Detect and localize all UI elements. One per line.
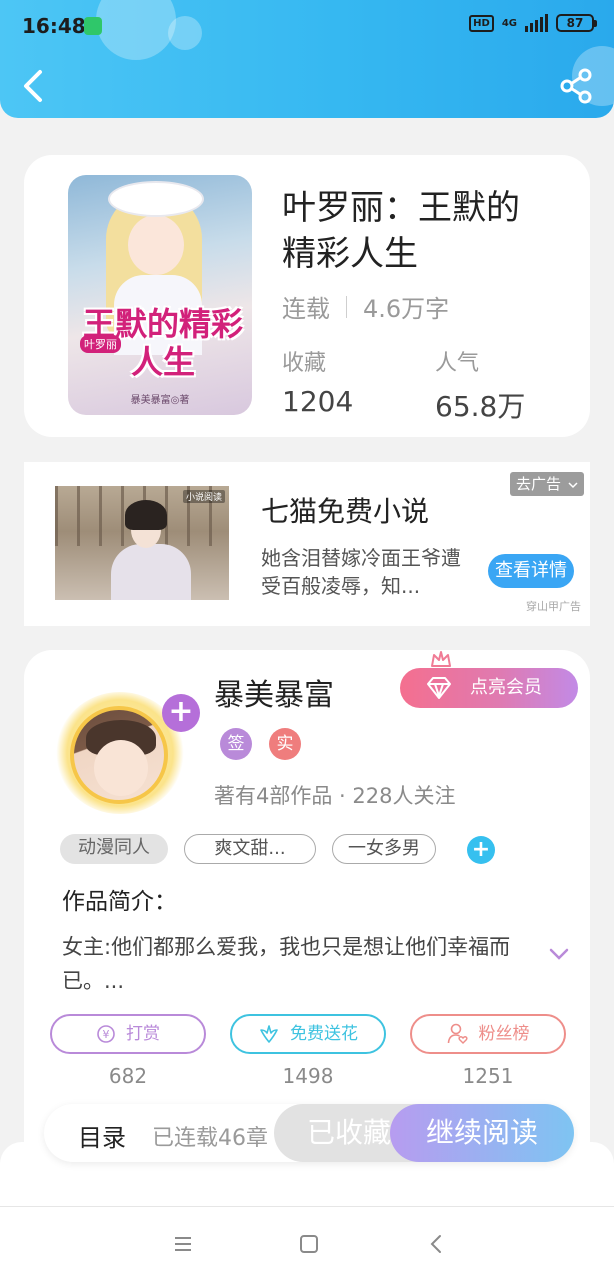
vip-button[interactable]: 点亮会员 xyxy=(400,651,578,708)
book-info-card: 王默的精彩人生 叶罗丽 暴美暴富◎著 叶罗丽：王默的精彩人生 连载 4.6万字 … xyxy=(24,155,590,437)
system-nav-bar xyxy=(0,1206,614,1280)
square-icon xyxy=(300,1235,318,1253)
status-time: 16:48 xyxy=(22,14,86,38)
popularity-label: 人气 xyxy=(435,351,480,376)
back-nav-button[interactable] xyxy=(424,1231,450,1257)
bottom-action-bar: 目录 已连载46章 已收藏 继续阅读 xyxy=(44,1104,574,1162)
home-nav-button[interactable] xyxy=(296,1231,322,1257)
chapter-status[interactable]: 已连载46章 xyxy=(152,1120,268,1152)
chevron-down-icon xyxy=(549,948,569,960)
chevron-down-icon xyxy=(568,482,578,489)
collect-label: 收藏 xyxy=(282,351,327,376)
coin-icon: ¥ xyxy=(97,1025,115,1043)
toc-button[interactable]: 目录 xyxy=(78,1118,126,1153)
cover-art xyxy=(128,215,184,275)
shield-icon xyxy=(84,17,102,35)
fan-ranking-button[interactable]: 粉丝榜 xyxy=(410,1014,566,1054)
follow-plus-icon[interactable]: + xyxy=(162,694,200,732)
cover-author: 暴美暴富◎著 xyxy=(130,395,190,406)
network-type: 4G xyxy=(501,17,517,29)
tag-item[interactable]: 动漫同人 xyxy=(60,834,168,864)
fan-count: 1251 xyxy=(462,1064,514,1088)
vip-label: 点亮会员 xyxy=(470,677,542,698)
chevron-left-icon xyxy=(430,1235,441,1253)
tag-item[interactable]: 爽文甜... xyxy=(184,834,316,864)
tip-count: 682 xyxy=(108,1064,148,1088)
ad-source: 穿山甲广告 xyxy=(526,600,581,613)
back-button[interactable] xyxy=(18,66,50,106)
tip-label: 打赏 xyxy=(126,1024,160,1044)
cover-art xyxy=(108,181,204,217)
ad-image-art xyxy=(125,500,167,530)
tip-button[interactable]: ¥ 打赏 xyxy=(50,1014,206,1054)
author-name[interactable]: 暴美暴富 xyxy=(214,670,334,714)
remove-ad-button[interactable]: 去广告 xyxy=(510,472,584,496)
book-cover[interactable]: 王默的精彩人生 叶罗丽 暴美暴富◎著 xyxy=(68,175,252,415)
add-tag-button[interactable]: + xyxy=(467,836,495,864)
continue-reading-button[interactable]: 继续阅读 xyxy=(390,1104,574,1162)
ad-banner[interactable]: 小说阅读 七猫免费小说 她含泪替嫁冷面王爷遭受百般凌辱，知... 去广告 查看详… xyxy=(24,462,590,626)
word-count: 4.6万字 xyxy=(363,295,450,323)
menu-nav-button[interactable] xyxy=(170,1231,196,1257)
author-card: + 暴美暴富 签 实 著有4部作品 · 228人关注 点亮会员 动漫同人 爽文甜… xyxy=(24,650,590,1170)
book-status: 连载 xyxy=(282,295,330,323)
popularity-value: 65.8万 xyxy=(435,390,526,423)
ad-details-button[interactable]: 查看详情 xyxy=(488,554,574,588)
divider xyxy=(346,295,347,318)
book-title: 叶罗丽：王默的精彩人生 xyxy=(282,188,520,274)
signal-icon xyxy=(525,14,548,32)
book-meta: 连载 4.6万字 xyxy=(282,289,449,324)
cover-subtitle: 叶罗丽 xyxy=(80,335,121,353)
avatar-art xyxy=(94,740,148,796)
collect-value: 1204 xyxy=(282,385,354,418)
verified-badge: 实 xyxy=(269,728,301,760)
hd-badge: HD xyxy=(469,14,494,32)
header-bar: 16:48 HD 4G 87 xyxy=(0,0,614,118)
header-bubble-decoration xyxy=(168,16,202,50)
ad-image-art xyxy=(111,544,191,600)
menu-icon xyxy=(175,1237,191,1251)
author-info: 著有4部作品 · 228人关注 xyxy=(214,784,456,808)
flower-icon xyxy=(260,1025,278,1043)
user-heart-icon xyxy=(447,1023,468,1044)
flower-count: 1498 xyxy=(282,1064,334,1088)
ad-image-badge: 小说阅读 xyxy=(182,490,225,503)
signed-badge: 签 xyxy=(220,728,252,760)
svg-text:¥: ¥ xyxy=(103,1028,110,1041)
send-flower-button[interactable]: 免费送花 xyxy=(230,1014,386,1054)
diamond-icon xyxy=(427,677,451,699)
ad-title: 七猫免费小说 xyxy=(261,495,430,528)
author-avatar-frame: + xyxy=(52,684,202,814)
intro-text: 女主:他们都那么爱我，我也只是想让他们幸福而已。... xyxy=(62,935,511,993)
expand-intro-button[interactable] xyxy=(548,946,570,962)
ad-image[interactable]: 小说阅读 xyxy=(55,486,229,600)
header-bubble-decoration xyxy=(96,0,176,60)
send-flower-label: 免费送花 xyxy=(290,1024,358,1044)
share-button[interactable] xyxy=(560,68,592,104)
chevron-left-icon xyxy=(24,70,42,102)
crown-icon xyxy=(431,651,451,667)
battery-icon: 87 xyxy=(556,14,597,32)
fan-ranking-label: 粉丝榜 xyxy=(478,1024,530,1044)
remove-ad-label: 去广告 xyxy=(516,475,562,493)
avatar[interactable] xyxy=(70,706,168,804)
ad-description: 她含泪替嫁冷面王爷遭受百般凌辱，知... xyxy=(261,546,461,598)
tag-item[interactable]: 一女多男 xyxy=(332,834,436,864)
share-icon xyxy=(560,68,592,104)
status-icons: HD 4G 87 xyxy=(469,14,597,32)
intro-heading: 作品简介： xyxy=(62,889,177,915)
